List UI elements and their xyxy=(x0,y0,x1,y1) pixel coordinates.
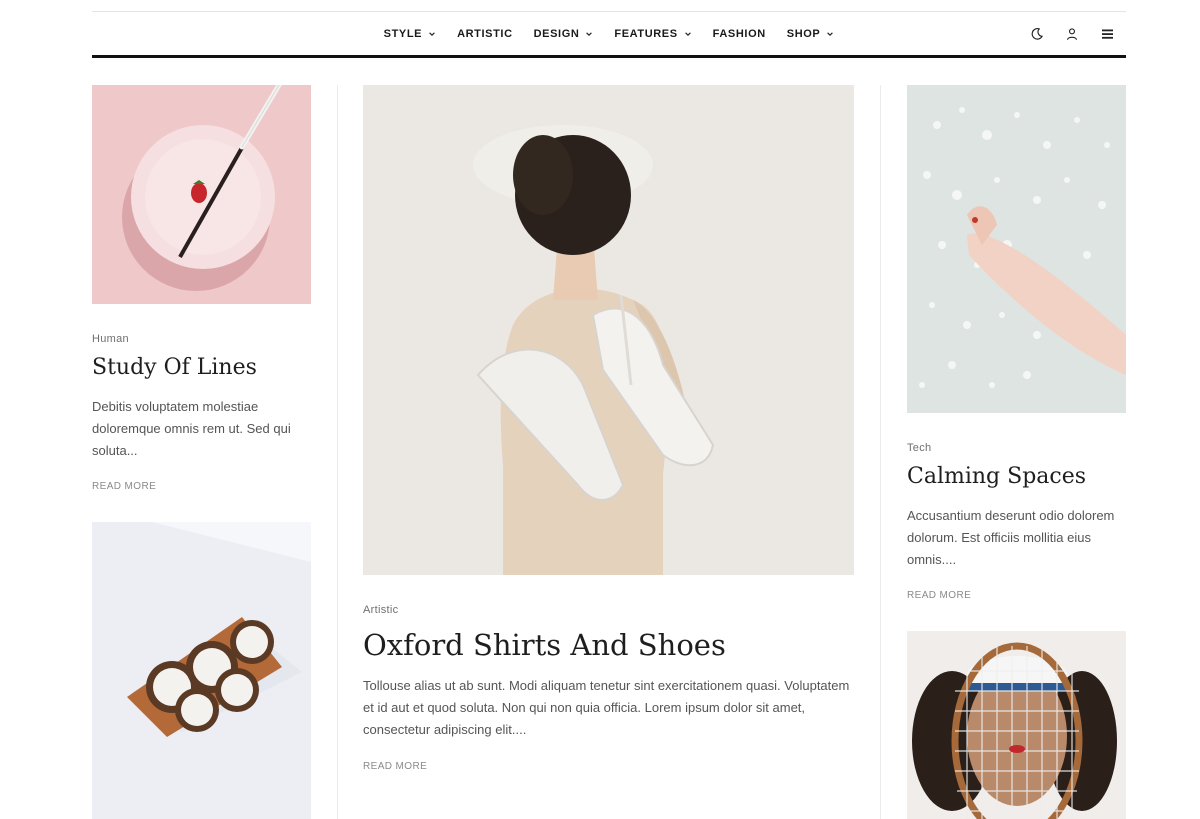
nav-item-features[interactable]: FEATURES xyxy=(614,28,691,40)
nav-item-style[interactable]: STYLE xyxy=(384,28,436,40)
chevron-down-icon xyxy=(429,32,435,37)
chevron-down-icon xyxy=(684,32,691,37)
hamburger-menu-icon[interactable] xyxy=(1098,25,1116,43)
dark-mode-moon-icon[interactable] xyxy=(1028,25,1046,43)
post-image-person-holding-sneakers[interactable] xyxy=(363,85,854,575)
nav-item-label: FEATURES xyxy=(614,28,678,40)
post-excerpt: Debitis voluptatem molestiae doloremque … xyxy=(92,399,291,458)
nav-item-design[interactable]: DESIGN xyxy=(534,28,594,40)
post-excerpt: Accusantium deserunt odio dolorem doloru… xyxy=(907,508,1115,567)
post-category[interactable]: Human xyxy=(92,333,129,345)
nav-item-label: FASHION xyxy=(712,28,766,40)
nav-item-label: STYLE xyxy=(383,28,423,40)
chevron-down-icon xyxy=(586,32,593,37)
post-image-coconuts[interactable] xyxy=(92,522,311,819)
user-account-icon[interactable] xyxy=(1063,25,1081,43)
nav-item-label: SHOP xyxy=(786,28,821,40)
post-title[interactable]: Study Of Lines xyxy=(92,355,257,380)
nav-item-label: ARTISTIC xyxy=(457,28,513,40)
post-excerpt: Tollouse alias ut ab sunt. Modi aliquam … xyxy=(363,678,850,737)
chevron-down-icon xyxy=(827,32,834,37)
nav-item-shop[interactable]: SHOP xyxy=(787,28,835,40)
header-rule xyxy=(92,55,1126,58)
post-image-hand-shattered-glass[interactable] xyxy=(907,85,1126,413)
nav-utility-icons xyxy=(1028,12,1116,56)
post-category[interactable]: Artistic xyxy=(363,604,398,616)
column-divider xyxy=(880,85,881,819)
column-divider xyxy=(337,85,338,819)
read-more-link[interactable]: READ MORE xyxy=(363,761,427,772)
post-category[interactable]: Tech xyxy=(907,442,931,454)
post-image-plate-knife-strawberry[interactable] xyxy=(92,85,311,304)
read-more-link[interactable]: READ MORE xyxy=(92,481,156,492)
post-image-woman-tennis-racket[interactable] xyxy=(907,631,1126,819)
main-navigation: STYLE ARTISTIC DESIGN FEATURES FASHION S… xyxy=(92,12,1126,56)
post-title[interactable]: Oxford Shirts And Shoes xyxy=(363,628,726,662)
read-more-link[interactable]: READ MORE xyxy=(907,590,971,601)
nav-item-label: DESIGN xyxy=(533,28,580,40)
nav-item-artistic[interactable]: ARTISTIC xyxy=(457,28,513,40)
nav-item-fashion[interactable]: FASHION xyxy=(713,28,766,40)
post-title[interactable]: Calming Spaces xyxy=(907,464,1086,489)
